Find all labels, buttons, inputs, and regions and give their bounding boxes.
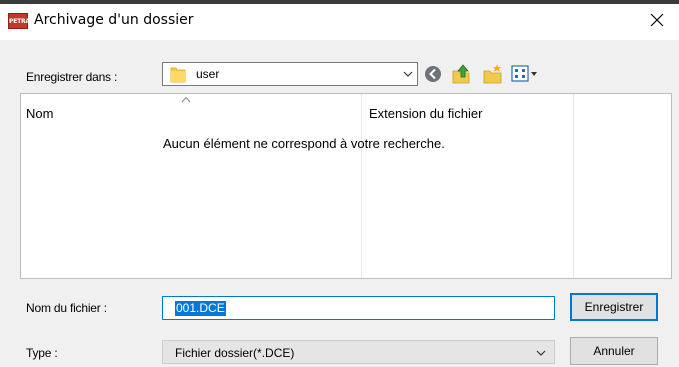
save-in-combo[interactable]: user: [162, 62, 418, 86]
view-menu-icon[interactable]: [511, 64, 541, 84]
new-folder-icon[interactable]: [482, 63, 504, 85]
title-bar[interactable]: PETRA Archivage d'un dossier: [0, 4, 679, 40]
chevron-down-icon[interactable]: [536, 348, 546, 358]
file-name-input[interactable]: 001.DCE: [162, 296, 555, 320]
column-header-name[interactable]: Nom: [26, 106, 53, 121]
save-in-value: user: [196, 67, 220, 81]
up-folder-icon[interactable]: [451, 63, 473, 85]
file-list[interactable]: Nom Extension du fichier Aucun élément n…: [20, 93, 672, 279]
chevron-down-icon[interactable]: [403, 69, 413, 79]
file-type-select[interactable]: Fichier dossier(*.DCE): [162, 340, 555, 364]
file-type-label: Type :: [26, 346, 58, 360]
file-name-label: Nom du fichier :: [26, 301, 107, 315]
close-button[interactable]: [639, 6, 675, 34]
file-name-value: 001.DCE: [175, 301, 226, 316]
folder-icon: [170, 67, 186, 83]
save-dialog: PETRA Archivage d'un dossier Enregistrer…: [0, 0, 679, 367]
empty-list-message: Aucun élément ne correspond à votre rech…: [163, 136, 445, 151]
column-divider[interactable]: [573, 94, 574, 278]
back-icon[interactable]: [424, 65, 442, 83]
sort-ascending-icon: [181, 96, 191, 103]
column-header-extension[interactable]: Extension du fichier: [369, 106, 482, 121]
save-button[interactable]: Enregistrer: [570, 293, 658, 321]
app-icon: PETRA: [8, 13, 30, 29]
window-title: Archivage d'un dossier: [34, 12, 194, 28]
column-divider[interactable]: [361, 94, 362, 278]
close-icon: [650, 13, 664, 27]
file-type-value: Fichier dossier(*.DCE): [175, 346, 295, 360]
cancel-button[interactable]: Annuler: [570, 337, 658, 365]
save-in-label: Enregistrer dans :: [26, 70, 118, 84]
